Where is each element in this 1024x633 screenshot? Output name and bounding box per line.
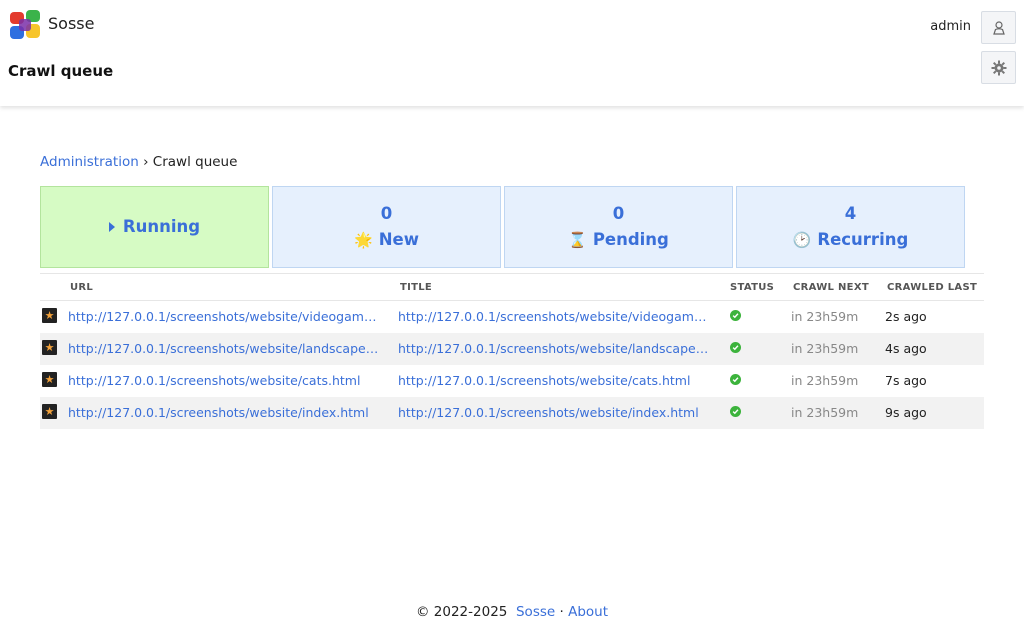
status-ok-icon [730,342,741,353]
favicon-icon: ★ [42,340,57,355]
table-row: ★ http://127.0.0.1/screenshots/website/in… [40,397,984,429]
clock-icon: 🕑 [792,231,812,249]
row-title-link[interactable]: http://127.0.0.1/screenshots/website/lan… [398,341,714,356]
status-ok-icon [730,374,741,385]
header-crawled-last: CRAWLED LAST [887,282,978,293]
card-running[interactable]: Running [40,186,269,268]
row-crawled-last: 9s ago [885,405,927,420]
row-crawl-next: in 23h59m [791,341,859,356]
row-crawled-last: 4s ago [885,341,927,356]
footer-sosse-link[interactable]: Sosse [516,604,555,620]
row-title-link[interactable]: http://127.0.0.1/screenshots/website/vid… [398,309,714,324]
footer-copyright: © 2022-2025 [416,604,508,620]
row-crawled-last: 7s ago [885,373,927,388]
header-url: URL [70,282,94,293]
favicon-icon: ★ [42,372,57,387]
card-pending-count: 0 [612,204,625,223]
gear-icon [991,60,1006,75]
breadcrumb-administration-link[interactable]: Administration [40,154,139,170]
status-ok-icon [730,406,741,417]
table-row: ★ http://127.0.0.1/screenshots/website/ca… [40,365,984,397]
username: admin [930,19,971,34]
row-url-link[interactable]: http://127.0.0.1/screenshots/website/cat… [68,373,384,388]
footer-about-link[interactable]: About [568,604,608,620]
hourglass-icon: ⌛ [568,231,587,249]
card-recurring[interactable]: 4 🕑 Recurring [736,186,965,268]
row-title-link[interactable]: http://127.0.0.1/screenshots/website/ind… [398,405,714,420]
breadcrumb-current: Crawl queue [152,154,238,170]
breadcrumb: Administration › Crawl queue [40,154,237,170]
crawl-queue-table: URL TITLE STATUS CRAWL NEXT CRAWLED LAST… [40,273,984,429]
row-crawl-next: in 23h59m [791,405,859,420]
table-row: ★ http://127.0.0.1/screenshots/website/vi… [40,301,984,333]
footer: © 2022-2025 Sosse · About [0,604,1024,620]
queue-filter-cards: Running 0 🌟 New 0 ⌛ Pending 4 🕑 Recurring [40,186,965,268]
user-icon [992,20,1005,35]
header-status: STATUS [730,282,775,293]
card-pending-label: Pending [592,230,669,249]
card-new-count: 0 [380,204,393,223]
caret-right-icon [108,221,115,232]
header-title: TITLE [400,282,433,293]
table-header: URL TITLE STATUS CRAWL NEXT CRAWLED LAST [40,273,984,301]
row-crawled-last: 2s ago [885,309,927,324]
card-recurring-count: 4 [844,204,857,223]
row-url-link[interactable]: http://127.0.0.1/screenshots/website/ind… [68,405,384,420]
row-crawl-next: in 23h59m [791,373,859,388]
card-new-label: New [378,230,419,249]
page-title: Crawl queue [8,62,114,80]
table-row: ★ http://127.0.0.1/screenshots/website/la… [40,333,984,365]
favicon-icon: ★ [42,308,57,323]
settings-button[interactable] [981,51,1016,84]
status-ok-icon [730,310,741,321]
star-icon: 🌟 [354,231,373,249]
sosse-logo-icon[interactable] [8,8,42,42]
breadcrumb-separator: › [143,154,149,170]
row-url-link[interactable]: http://127.0.0.1/screenshots/website/vid… [68,309,384,324]
favicon-icon: ★ [42,404,57,419]
card-running-label: Running [122,217,201,236]
app-name[interactable]: Sosse [48,14,94,33]
card-recurring-label: Recurring [817,230,909,249]
card-new[interactable]: 0 🌟 New [272,186,501,268]
row-title-link[interactable]: http://127.0.0.1/screenshots/website/cat… [398,373,714,388]
row-crawl-next: in 23h59m [791,309,859,324]
footer-separator: · [559,604,564,620]
header-crawl-next: CRAWL NEXT [793,282,869,293]
user-menu-button[interactable] [981,11,1016,44]
top-header: Sosse Crawl queue admin [0,0,1024,106]
row-url-link[interactable]: http://127.0.0.1/screenshots/website/lan… [68,341,384,356]
card-pending[interactable]: 0 ⌛ Pending [504,186,733,268]
